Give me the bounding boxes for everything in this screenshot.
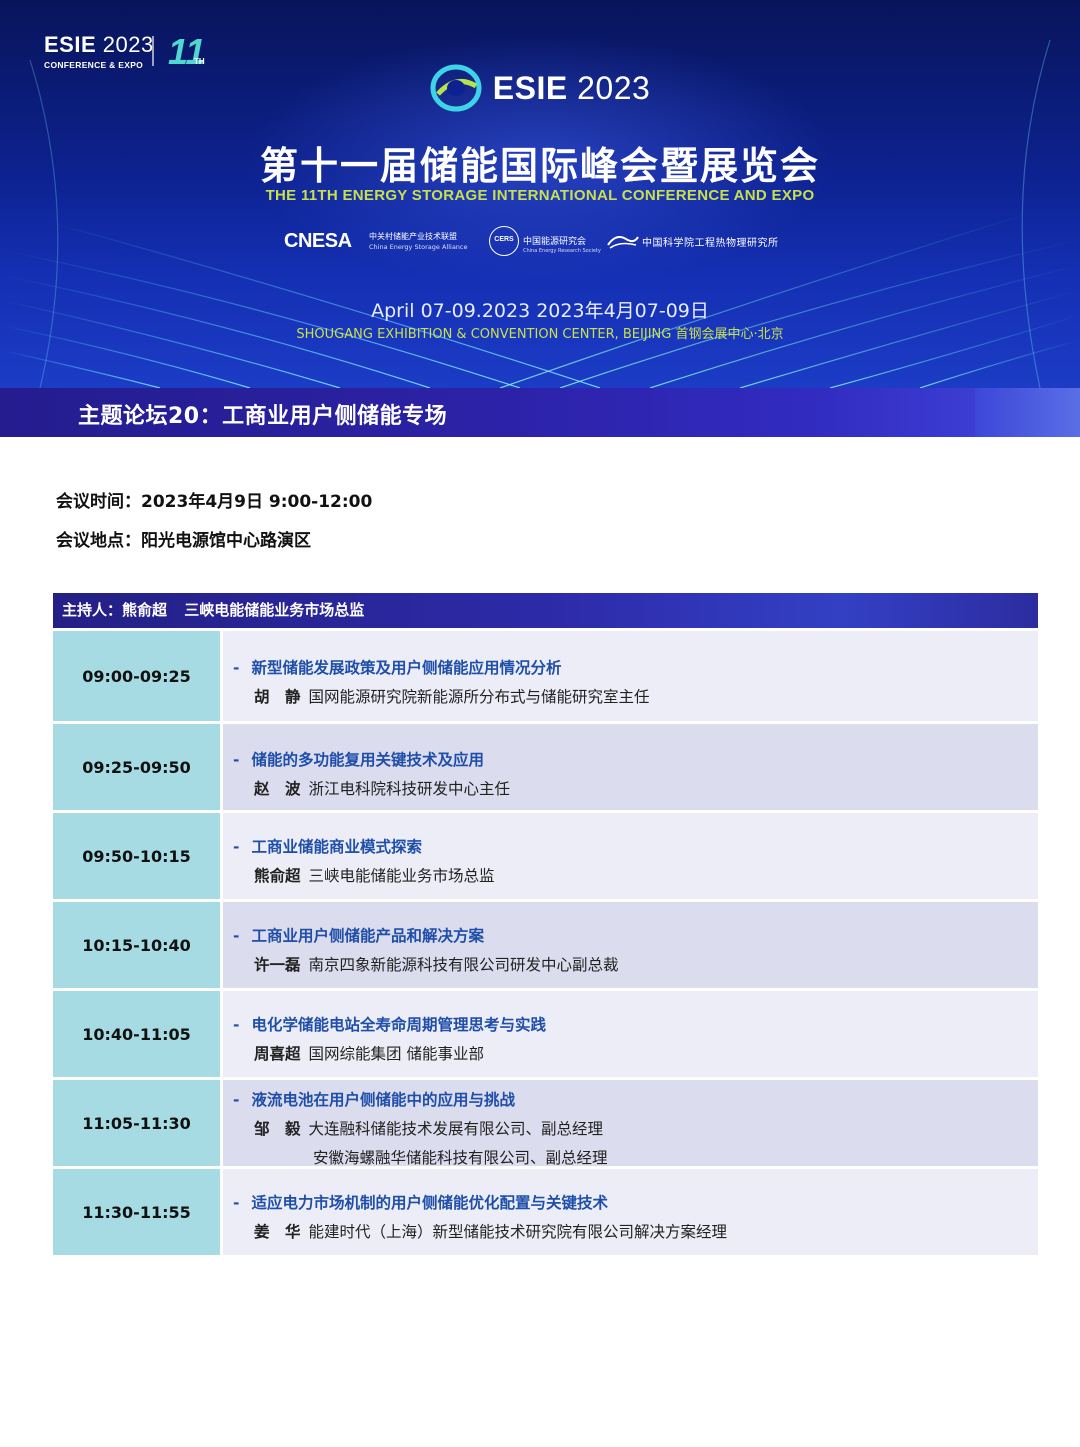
agenda-content: - 工商业用户侧储能产品和解决方案 许一磊 南京四象新能源科技有限公司研发中心副总裁 xyxy=(223,902,1038,988)
agenda-time: 09:00-09:25 xyxy=(53,631,220,721)
esie-brand-logo: ESIE 2023 xyxy=(0,64,1080,112)
conference-title-en: THE 11TH ENERGY STORAGE INTERNATIONAL CO… xyxy=(265,187,815,204)
agenda-content: - 工商业储能商业模式探索 熊俞超 三峡电能储能业务市场总监 xyxy=(223,813,1038,899)
meeting-place: 会议地点：阳光电源馆中心路演区 xyxy=(56,531,311,551)
agenda-content: - 储能的多功能复用关键技术及应用 赵 波浙江电科院科技研发中心主任 xyxy=(223,724,1038,810)
forum-title: 主题论坛20：工商业用户侧储能专场 xyxy=(78,404,448,429)
agenda-speaker: 许一磊 南京四象新能源科技有限公司研发中心副总裁 xyxy=(254,956,619,974)
host-bar: 主持人：熊俞超 三峡电能储能业务市场总监 xyxy=(53,593,1038,628)
agenda-speaker: 熊俞超 三峡电能储能业务市场总监 xyxy=(254,867,495,885)
agenda-content: - 新型储能发展政策及用户侧储能应用情况分析 胡 静国网能源研究院新能源所分布式与… xyxy=(223,631,1038,721)
agenda-content: - 液流电池在用户侧储能中的应用与挑战 邹 毅大连融科储能技术发展有限公司、副总经… xyxy=(223,1080,1038,1167)
agenda-time: 10:15-10:40 xyxy=(53,902,220,988)
esie-emblem-icon xyxy=(430,64,482,112)
agenda-time: 10:40-11:05 xyxy=(53,991,220,1077)
agenda-topic: - 电化学储能电站全寿命周期管理思考与实践 xyxy=(233,1016,546,1034)
meeting-time: 会议时间：2023年4月9日 9:00-12:00 xyxy=(56,492,373,512)
agenda-time: 11:30-11:55 xyxy=(53,1169,220,1255)
host-title: 三峡电能储能业务市场总监 xyxy=(184,601,365,619)
agenda-time: 11:05-11:30 xyxy=(53,1080,220,1166)
agenda-table: 09:00-09:25 - 新型储能发展政策及用户侧储能应用情况分析 胡 静国网能… xyxy=(53,631,1038,1258)
event-venue: SHOUGANG EXHIBITION & CONVENTION CENTER,… xyxy=(296,327,784,342)
conference-title-cn: 第十一届储能国际峰会暨展览会 xyxy=(259,144,820,188)
agenda-topic: - 储能的多功能复用关键技术及应用 xyxy=(233,751,484,769)
agenda-row: 10:15-10:40 - 工商业用户侧储能产品和解决方案 许一磊 南京四象新能源科… xyxy=(53,902,1038,988)
agenda-speaker: 姜 华能建时代（上海）新型储能技术研究院有限公司解决方案经理 xyxy=(254,1223,728,1241)
forum-topic-band: 主题论坛20：工商业用户侧储能专场 xyxy=(0,388,1080,437)
agenda-time: 09:50-10:15 xyxy=(53,813,220,899)
agenda-topic: - 适应电力市场机制的用户侧储能优化配置与关键技术 xyxy=(233,1194,608,1212)
organizer-logos: CNESA 中关村储能产业技术联盟 China Energy Storage A… xyxy=(0,226,1080,260)
host-name: 主持人：熊俞超 xyxy=(62,601,168,619)
agenda-row: 11:05-11:30 - 液流电池在用户侧储能中的应用与挑战 邹 毅大连融科储能… xyxy=(53,1080,1038,1167)
agenda-topic: - 工商业用户侧储能产品和解决方案 xyxy=(233,927,484,945)
cers-logo-icon: CERS xyxy=(489,226,519,256)
header-banner: ESIE 2023 CONFERENCE & EXPO 11 TH ESIE 2… xyxy=(0,0,1080,388)
agenda-row: 09:25-09:50 - 储能的多功能复用关键技术及应用 赵 波浙江电科院科技研… xyxy=(53,724,1038,810)
agenda-row: 09:50-10:15 - 工商业储能商业模式探索 熊俞超 三峡电能储能业务市场总监 xyxy=(53,813,1038,899)
event-date: April 07-09.2023 2023年4月07-09日 xyxy=(371,300,709,322)
agenda-speaker: 邹 毅大连融科储能技术发展有限公司、副总经理 xyxy=(254,1120,604,1138)
agenda-content: - 电化学储能电站全寿命周期管理思考与实践 周喜超 国网综能集团 储能事业部 xyxy=(223,991,1038,1077)
agenda-speaker-affiliation-2: 安徽海螺融华储能科技有限公司、副总经理 xyxy=(313,1149,608,1167)
agenda-speaker: 胡 静国网能源研究院新能源所分布式与储能研究室主任 xyxy=(254,688,650,706)
agenda-row: 09:00-09:25 - 新型储能发展政策及用户侧储能应用情况分析 胡 静国网能… xyxy=(53,631,1038,721)
ciet-swirl-icon xyxy=(607,236,639,249)
agenda-topic: - 新型储能发展政策及用户侧储能应用情况分析 xyxy=(233,659,562,677)
ciet-name: 中国科学院工程热物理研究所 xyxy=(642,238,779,249)
cers-name: 中国能源研究会 China Energy Research Society xyxy=(523,237,601,254)
cnesa-logo: CNESA xyxy=(284,230,352,252)
agenda-row: 10:40-11:05 - 电化学储能电站全寿命周期管理思考与实践 周喜超 国网综能… xyxy=(53,991,1038,1077)
agenda-speaker: 赵 波浙江电科院科技研发中心主任 xyxy=(254,780,511,798)
cnesa-subtitle: 中关村储能产业技术联盟 China Energy Storage Allianc… xyxy=(369,232,468,251)
agenda-row: 11:30-11:55 - 适应电力市场机制的用户侧储能优化配置与关键技术 姜 华… xyxy=(53,1169,1038,1255)
agenda-topic: - 工商业储能商业模式探索 xyxy=(233,838,422,856)
agenda-topic: - 液流电池在用户侧储能中的应用与挑战 xyxy=(233,1091,515,1109)
agenda-speaker: 周喜超 国网综能集团 储能事业部 xyxy=(254,1045,484,1063)
logo-separator xyxy=(152,36,154,66)
agenda-content: - 适应电力市场机制的用户侧储能优化配置与关键技术 姜 华能建时代（上海）新型储能… xyxy=(223,1169,1038,1255)
agenda-time: 09:25-09:50 xyxy=(53,724,220,810)
